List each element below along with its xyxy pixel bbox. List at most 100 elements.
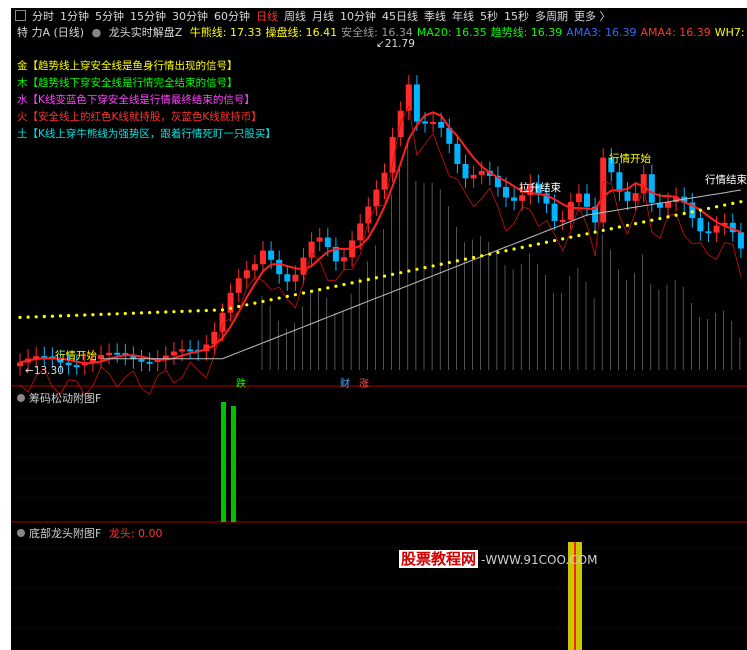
bull-bear-dot (520, 245, 524, 249)
bull-bear-dot (634, 222, 638, 226)
bull-bear-dot (310, 289, 314, 293)
bull-bear-dot (277, 296, 281, 300)
bull-bear-dot (334, 284, 338, 288)
bull-bear-dot (553, 238, 557, 243)
bull-bear-dot (172, 310, 176, 314)
bull-bear-dot (391, 272, 395, 276)
bull-bear-dot (739, 200, 743, 204)
bull-bear-dot (245, 303, 249, 307)
bull-bear-dot (698, 208, 703, 212)
candle (737, 232, 744, 249)
bull-bear-dot (285, 294, 289, 298)
candle (373, 189, 380, 207)
bull-bear-dot (561, 237, 565, 241)
bull-bear-dot (366, 277, 370, 282)
watermark-brand: 股票教程网 (399, 550, 479, 568)
bull-bear-dot (58, 314, 63, 318)
bull-bear-dot (682, 211, 686, 216)
bull-bear-dot (180, 309, 184, 313)
bull-bear-dot (480, 254, 484, 258)
watermark-site: -WWW.91COO.COM (481, 553, 598, 567)
bull-bear-dot (237, 304, 241, 309)
candle (616, 172, 623, 192)
candle (519, 195, 526, 201)
bull-bear-dot (642, 220, 646, 224)
pane-settings-icon[interactable] (17, 529, 25, 537)
candle (575, 193, 582, 203)
bull-bear-dot (399, 271, 403, 275)
bull-bear-dot (123, 311, 127, 316)
bull-bear-dot (585, 232, 589, 236)
chart-frame: 分时 1分钟 5分钟 15分钟 30分钟 60分钟 日线 周线 月线 10分钟 45日线 季线 年线 5秒… (11, 8, 747, 650)
bull-bear-dot (196, 309, 200, 313)
bull-bear-dot (148, 310, 152, 315)
candle (624, 191, 631, 201)
bull-bear-dot (204, 308, 208, 313)
bull-bear-dot (536, 242, 541, 246)
bull-bear-dot (253, 301, 257, 305)
chip-bar (221, 402, 226, 522)
bull-bear-dot (26, 315, 30, 319)
candle (235, 278, 242, 293)
candle (551, 203, 558, 221)
candle (341, 257, 347, 262)
candle (470, 174, 477, 179)
bull-bear-dot (674, 213, 678, 217)
bull-bear-dot (658, 216, 662, 221)
candle (179, 349, 185, 352)
candle (146, 361, 153, 364)
candle (251, 264, 258, 271)
candle (713, 225, 720, 233)
bull-bear-dot (690, 210, 694, 214)
candle (268, 250, 275, 260)
bull-bear-dot (326, 286, 330, 290)
bull-bear-dot (318, 287, 322, 292)
bull-bear-dot (91, 313, 95, 317)
candle (187, 349, 194, 352)
bull-bear-dot (131, 311, 135, 315)
candle (632, 193, 639, 201)
low-price-value: 13.30 (33, 365, 64, 377)
watermark: 股票教程网 -WWW.91COO.COM (399, 548, 597, 569)
bull-bear-dot (439, 262, 443, 266)
bull-bear-dot (650, 218, 654, 222)
chip-bar (231, 406, 236, 522)
candle (413, 84, 420, 122)
bull-bear-dot (447, 260, 451, 265)
bull-bear-dot (67, 313, 71, 318)
candle (300, 257, 307, 275)
candle (389, 137, 396, 173)
rally-end-label: 拉升结束 (519, 182, 561, 194)
pane2-title-text: 筹码松动附图F (29, 392, 102, 405)
bull-bear-dot (342, 282, 346, 287)
candle (584, 193, 590, 207)
bull-bear-dot (569, 235, 573, 239)
bull-bear-dot (504, 249, 508, 253)
bull-bear-dot (50, 314, 55, 318)
bull-bear-dot (18, 315, 22, 319)
bull-bear-dot (75, 313, 79, 317)
bull-bear-dot (496, 250, 500, 254)
bull-bear-dot (488, 252, 492, 256)
bull-bear-dot (358, 279, 362, 283)
bull-bear-dot (666, 215, 670, 219)
candle (567, 202, 574, 220)
bull-bear-dot (544, 240, 549, 244)
candle (503, 187, 509, 198)
pane-settings-icon[interactable] (17, 394, 25, 402)
app-window: 分时 1分钟 5分钟 15分钟 30分钟 60分钟 日线 周线 月线 10分钟 45日线 季线 年线 5秒… (0, 0, 747, 650)
candle (697, 218, 704, 232)
bull-bear-dot (350, 281, 354, 285)
marker-zhang: 涨 (359, 379, 369, 390)
safety-line (101, 189, 741, 360)
candle (430, 121, 437, 124)
bull-bear-dot (212, 308, 216, 312)
bull-bear-dot (609, 227, 613, 231)
legend-line: 金【趋势线上穿安全线是鱼身行情出现的信号】 (17, 60, 238, 72)
bull-bear-dot (229, 306, 233, 310)
bull-bear-dot (601, 228, 605, 233)
bull-bear-dot (115, 312, 119, 316)
candle (478, 170, 485, 175)
candle (381, 172, 388, 190)
bull-bear-dot (472, 255, 476, 260)
